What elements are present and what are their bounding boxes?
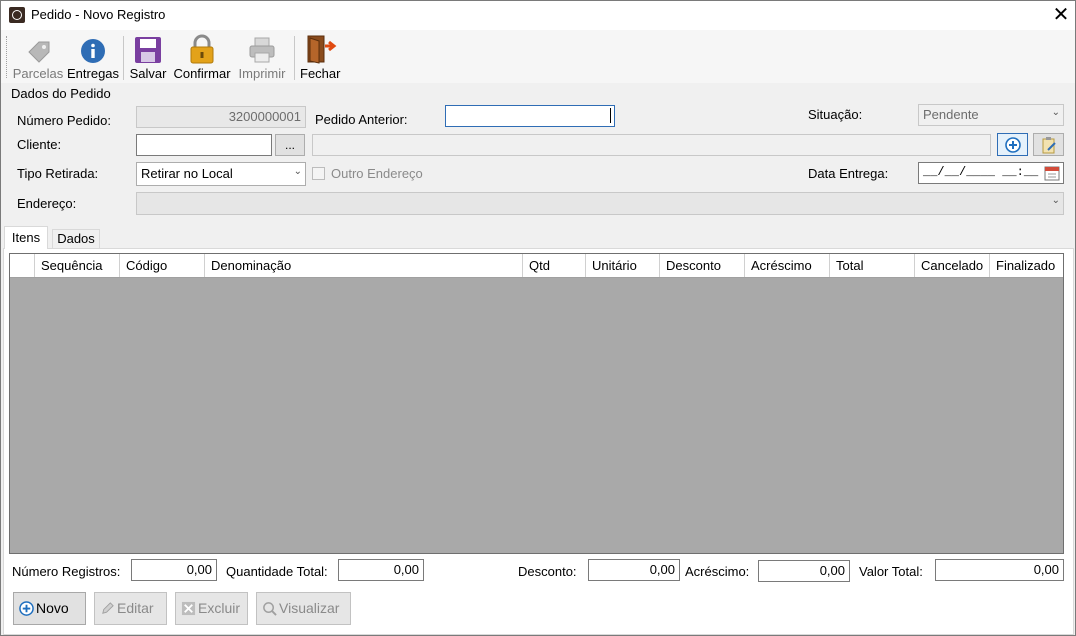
printer-icon xyxy=(249,37,275,63)
desconto-field: 0,00 xyxy=(588,559,680,581)
column-header-qtd[interactable]: Qtd xyxy=(523,254,586,277)
endereco-select[interactable]: ⌄ xyxy=(136,192,1064,215)
acrescimo-label: Acréscimo: xyxy=(685,564,750,579)
column-header-cancelado[interactable]: Cancelado xyxy=(915,254,990,277)
desconto-label: Desconto: xyxy=(518,564,577,579)
tag-icon xyxy=(28,41,50,63)
novo-label: Novo xyxy=(36,600,69,616)
toolbar-separator xyxy=(123,36,124,80)
parcelas-label: Parcelas xyxy=(12,66,64,81)
cliente-clipboard-button[interactable] xyxy=(1033,133,1064,156)
situacao-value: Pendente xyxy=(923,107,979,122)
salvar-button[interactable]: Salvar xyxy=(128,34,168,84)
group-title: Dados do Pedido xyxy=(11,86,111,101)
novo-button[interactable]: Novo xyxy=(13,592,86,625)
app-logo-icon xyxy=(9,7,25,23)
confirmar-button[interactable]: Confirmar xyxy=(172,34,232,84)
cliente-lookup-button[interactable]: ... xyxy=(275,134,305,156)
endereco-label: Endereço: xyxy=(17,196,77,211)
column-header-acrescimo[interactable]: Acréscimo xyxy=(745,254,830,277)
chevron-down-icon: ⌄ xyxy=(1051,107,1060,118)
numero-registros-field: 0,00 xyxy=(131,559,217,581)
visualizar-button[interactable]: Visualizar xyxy=(256,592,351,625)
column-header-sequencia[interactable]: Sequência xyxy=(35,254,120,277)
items-grid[interactable]: Sequência Código Denominação Qtd Unitári… xyxy=(9,253,1064,554)
column-header-finalizado[interactable]: Finalizado xyxy=(990,254,1063,277)
tab-dados[interactable]: Dados xyxy=(52,229,100,248)
calendar-icon[interactable] xyxy=(1044,165,1060,181)
numero-pedido-field: 3200000001 xyxy=(136,106,306,128)
grid-header: Sequência Código Denominação Qtd Unitári… xyxy=(10,254,1063,278)
outro-endereco-checkbox[interactable] xyxy=(312,167,325,180)
close-icon[interactable]: ✕ xyxy=(1050,3,1072,25)
editar-label: Editar xyxy=(117,600,154,616)
add-circle-icon xyxy=(1004,137,1021,153)
excluir-button[interactable]: Excluir xyxy=(175,592,248,625)
visualizar-label: Visualizar xyxy=(279,600,340,616)
info-icon xyxy=(81,39,105,63)
tipo-retirada-select[interactable]: Retirar no Local ⌄ xyxy=(136,162,306,186)
situacao-label: Situação: xyxy=(808,107,863,122)
numero-registros-label: Número Registros: xyxy=(12,564,121,579)
add-cliente-button[interactable] xyxy=(997,133,1028,156)
tipo-retirada-label: Tipo Retirada: xyxy=(17,166,99,181)
cliente-label: Cliente: xyxy=(17,137,62,152)
valor-total-field: 0,00 xyxy=(935,559,1064,581)
excluir-label: Excluir xyxy=(198,600,241,616)
text-cursor xyxy=(610,108,611,123)
column-header-desconto[interactable]: Desconto xyxy=(660,254,745,277)
cliente-name-field xyxy=(312,134,991,156)
window-title: Pedido - Novo Registro xyxy=(31,7,166,22)
quantidade-total-label: Quantidade Total: xyxy=(226,564,328,579)
chevron-down-icon: ⌄ xyxy=(293,166,302,177)
fechar-button[interactable]: Fechar xyxy=(300,34,340,84)
situacao-select[interactable]: Pendente ⌄ xyxy=(918,104,1064,126)
clipboard-edit-icon xyxy=(1042,137,1056,154)
fechar-label: Fechar xyxy=(300,66,341,81)
tipo-retirada-value: Retirar no Local xyxy=(141,166,233,181)
edit-icon xyxy=(102,602,114,614)
tab-itens[interactable]: Itens xyxy=(4,226,48,249)
column-header-codigo[interactable]: Código xyxy=(120,254,205,277)
valor-total-label: Valor Total: xyxy=(859,564,923,579)
magnifier-icon xyxy=(263,602,277,616)
toolbar-grip xyxy=(6,36,8,78)
delete-icon xyxy=(181,601,196,616)
toolbar-separator xyxy=(294,36,295,80)
entregas-button[interactable]: Entregas xyxy=(67,34,119,84)
pedido-anterior-label: Pedido Anterior: xyxy=(315,112,408,127)
column-header-unitario[interactable]: Unitário xyxy=(586,254,660,277)
entregas-label: Entregas xyxy=(67,66,120,81)
confirmar-label: Confirmar xyxy=(173,66,231,81)
parcelas-button[interactable]: Parcelas xyxy=(12,34,64,84)
column-header-indicator[interactable] xyxy=(10,254,35,277)
cliente-code-input[interactable] xyxy=(136,134,272,156)
data-entrega-input[interactable]: __/__/____ __:__ xyxy=(918,162,1064,184)
add-circle-icon xyxy=(19,601,34,616)
data-entrega-label: Data Entrega: xyxy=(808,166,889,181)
quantidade-total-field: 0,00 xyxy=(338,559,424,581)
acrescimo-field: 0,00 xyxy=(758,560,850,582)
pedido-anterior-input[interactable] xyxy=(445,105,615,127)
save-icon xyxy=(135,37,161,63)
editar-button[interactable]: Editar xyxy=(94,592,167,625)
imprimir-button[interactable]: Imprimir xyxy=(236,34,288,84)
numero-pedido-label: Número Pedido: xyxy=(17,113,111,128)
column-header-denominacao[interactable]: Denominação xyxy=(205,254,523,277)
lock-icon xyxy=(190,34,214,64)
chevron-down-icon: ⌄ xyxy=(1051,195,1060,206)
column-header-total[interactable]: Total xyxy=(830,254,915,277)
outro-endereco-label: Outro Endereço xyxy=(331,166,423,181)
salvar-label: Salvar xyxy=(129,66,167,81)
imprimir-label: Imprimir xyxy=(238,66,286,81)
exit-door-icon xyxy=(307,35,337,64)
